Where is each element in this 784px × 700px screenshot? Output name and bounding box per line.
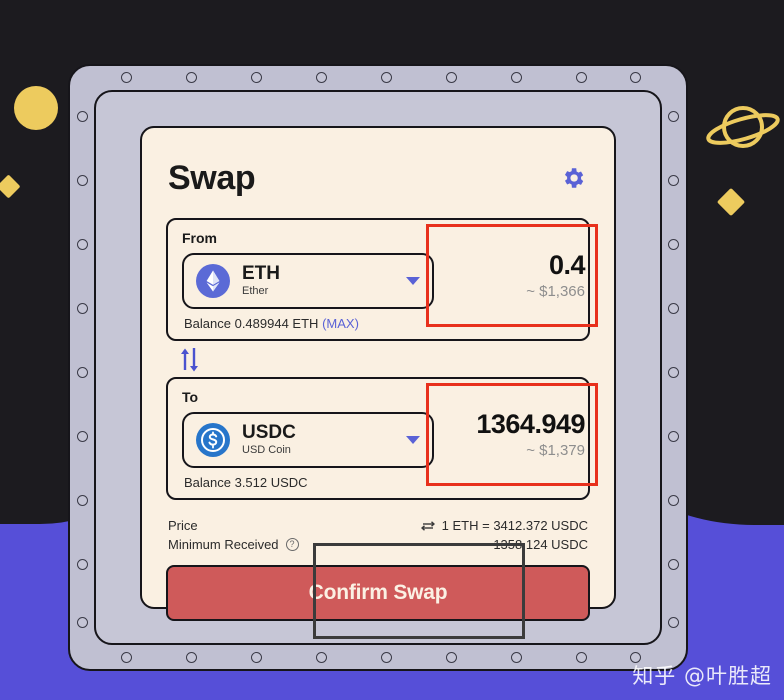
- card-header: Swap: [166, 152, 590, 204]
- bezel-screw: [668, 303, 679, 314]
- gear-icon-glyph: [564, 168, 584, 188]
- bezel-inner-frame: Swap From ETH Ether 0.4 ~ $1,366 Balance…: [94, 90, 662, 645]
- bezel-screw: [668, 559, 679, 570]
- bezel-screw: [77, 239, 88, 250]
- bezel-screw: [446, 72, 457, 83]
- bezel-screw: [668, 367, 679, 378]
- to-balance-text: Balance 3.512 USDC: [184, 475, 308, 490]
- exchange-arrows-icon[interactable]: [420, 520, 435, 532]
- to-amount-highlight: 1364.949 ~ $1,379: [426, 383, 598, 486]
- yellow-circle-decoration: [14, 86, 58, 130]
- to-token-selector[interactable]: USDC USD Coin: [182, 412, 434, 468]
- screenshot-root: Swap From ETH Ether 0.4 ~ $1,366 Balance…: [0, 0, 784, 700]
- bezel-screw: [316, 652, 327, 663]
- chevron-down-icon: [406, 277, 420, 285]
- gear-icon[interactable]: [558, 163, 588, 193]
- swap-card: Swap From ETH Ether 0.4 ~ $1,366 Balance…: [140, 126, 616, 639]
- from-token-symbol: ETH: [242, 263, 280, 285]
- bezel-screw: [668, 111, 679, 122]
- from-amount-usd: ~ $1,366: [526, 282, 585, 300]
- price-label-group: Price: [168, 518, 198, 533]
- swap-vertical-icon[interactable]: [178, 346, 202, 372]
- bezel-screw: [316, 72, 327, 83]
- switch-row: [166, 341, 590, 377]
- max-button[interactable]: (MAX): [322, 316, 359, 331]
- question-icon[interactable]: ?: [285, 538, 299, 551]
- to-amount-usd: ~ $1,379: [526, 441, 585, 459]
- usdc-icon: [196, 423, 230, 457]
- bezel-screw: [77, 431, 88, 442]
- bezel-screw: [77, 559, 88, 570]
- yellow-diamond-left-icon: [0, 174, 21, 199]
- minimum-received-label: Minimum Received: [168, 537, 279, 552]
- from-balance-text: Balance 0.489944 ETH: [184, 316, 319, 331]
- price-row: Price 1 ETH = 3412.372 USDC: [168, 516, 588, 535]
- bezel-screw: [381, 652, 392, 663]
- chevron-down-icon: [406, 436, 420, 444]
- to-amount-input[interactable]: 1364.949: [476, 410, 585, 439]
- bezel-screw: [77, 495, 88, 506]
- bezel-screw: [77, 175, 88, 186]
- yellow-diamond-right-icon: [716, 187, 746, 217]
- price-label: Price: [168, 518, 198, 533]
- bezel-screw: [576, 72, 587, 83]
- to-panel: To USDC USD Coin 1364.949 ~ $1,379 Balan…: [166, 377, 598, 500]
- to-row: USDC USD Coin 1364.949 ~ $1,379: [182, 383, 598, 486]
- confirm-area: Confirm Swap: [166, 543, 590, 639]
- from-token-name: Ether: [242, 285, 269, 298]
- minimum-value-group: 1358.124 USDC: [493, 537, 588, 552]
- watermark: 知乎 @叶胜超: [632, 664, 772, 688]
- from-panel: From ETH Ether 0.4 ~ $1,366 Balance 0.48…: [166, 218, 598, 341]
- bezel-screw: [251, 72, 262, 83]
- from-amount-highlight: 0.4 ~ $1,366: [426, 224, 598, 327]
- bezel-screw: [511, 72, 522, 83]
- to-token-texts: USDC USD Coin: [242, 423, 394, 456]
- bezel-screw: [77, 303, 88, 314]
- to-token-symbol: USDC: [242, 422, 296, 444]
- bezel-screw: [668, 495, 679, 506]
- from-amount-input[interactable]: 0.4: [549, 251, 586, 280]
- bezel-screw: [77, 111, 88, 122]
- bezel-screw: [186, 72, 197, 83]
- swap-info: Price 1 ETH = 3412.372 USDC Minimum Rece…: [166, 516, 590, 554]
- bezel-screw: [511, 652, 522, 663]
- price-value-group: 1 ETH = 3412.372 USDC: [420, 518, 588, 533]
- bezel-screw: [77, 617, 88, 628]
- bezel-screw: [77, 367, 88, 378]
- minimum-received-value: 1358.124 USDC: [493, 537, 588, 552]
- device-bezel: Swap From ETH Ether 0.4 ~ $1,366 Balance…: [68, 64, 688, 671]
- bezel-screw: [576, 652, 587, 663]
- bezel-screw: [446, 652, 457, 663]
- from-token-texts: ETH Ether: [242, 264, 394, 297]
- bezel-screw: [121, 652, 132, 663]
- page-title: Swap: [168, 158, 256, 197]
- from-row: ETH Ether 0.4 ~ $1,366: [182, 224, 598, 327]
- from-token-selector[interactable]: ETH Ether: [182, 253, 434, 309]
- bezel-screw: [251, 652, 262, 663]
- bezel-screw: [121, 72, 132, 83]
- bezel-screw: [668, 239, 679, 250]
- to-token-name: USD Coin: [242, 444, 291, 457]
- bezel-screw: [381, 72, 392, 83]
- ethereum-icon: [196, 264, 230, 298]
- minimum-label-group: Minimum Received ?: [168, 537, 299, 552]
- price-value: 1 ETH = 3412.372 USDC: [441, 518, 588, 533]
- bezel-screw: [668, 617, 679, 628]
- confirm-swap-button[interactable]: Confirm Swap: [166, 565, 590, 621]
- bezel-screw: [668, 431, 679, 442]
- saturn-planet-icon: [706, 106, 780, 148]
- bezel-screw: [630, 72, 641, 83]
- bezel-screw: [186, 652, 197, 663]
- minimum-received-row: Minimum Received ? 1358.124 USDC: [168, 535, 588, 554]
- bezel-screw: [668, 175, 679, 186]
